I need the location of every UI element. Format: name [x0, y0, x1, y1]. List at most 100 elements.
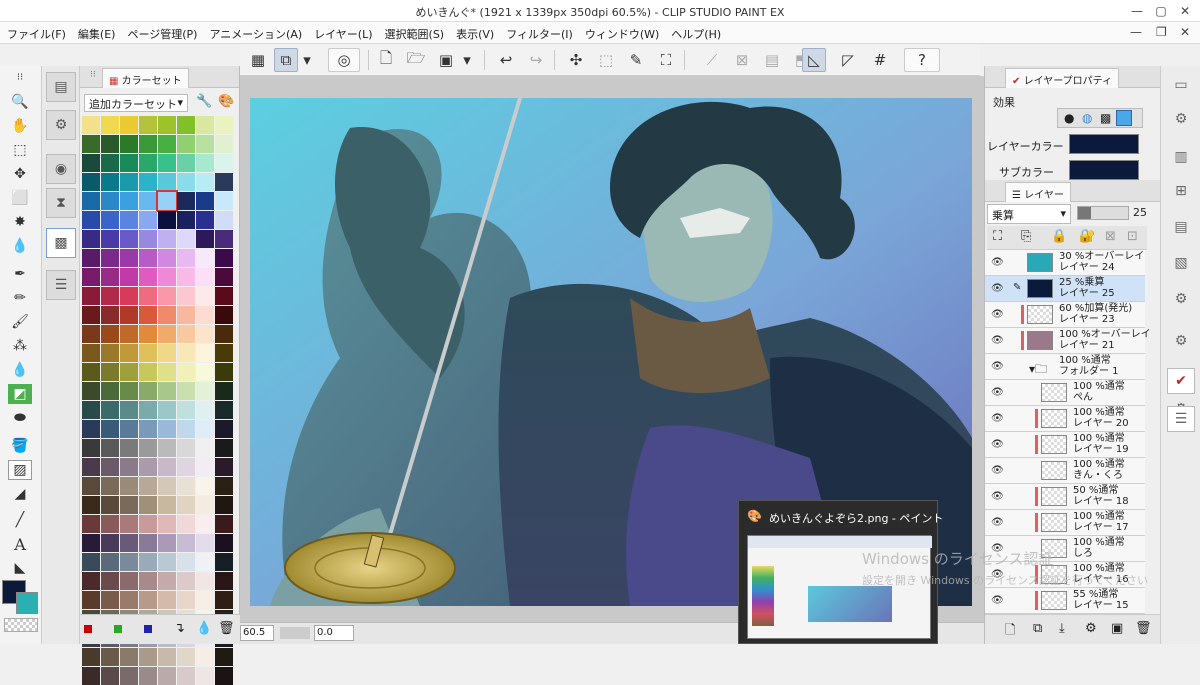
- layer-shortcut-icon[interactable]: ☰: [1167, 406, 1195, 432]
- color-swatch[interactable]: [177, 363, 195, 381]
- color-swatch[interactable]: [156, 190, 178, 212]
- transparent-color-swatch[interactable]: [4, 618, 38, 632]
- color-swatch[interactable]: [139, 439, 157, 457]
- color-swatch[interactable]: [177, 268, 195, 286]
- color-swatch[interactable]: [82, 363, 100, 381]
- visibility-eye-icon[interactable]: 👁: [991, 413, 1004, 424]
- color-swatch[interactable]: [139, 477, 157, 495]
- visibility-eye-icon[interactable]: 👁: [991, 517, 1004, 528]
- color-swatch[interactable]: [196, 553, 214, 571]
- color-swatch[interactable]: [158, 116, 176, 134]
- color-swatch[interactable]: [215, 173, 233, 191]
- color-swatch[interactable]: [82, 192, 100, 210]
- minimize-button[interactable]: —: [1128, 2, 1146, 20]
- color-swatch[interactable]: [82, 458, 100, 476]
- menu-page[interactable]: ページ管理(P): [120, 22, 202, 42]
- color-swatch[interactable]: [101, 268, 119, 286]
- color-swatch[interactable]: [82, 154, 100, 172]
- color-swatch[interactable]: [120, 572, 138, 590]
- color-swatch[interactable]: [120, 116, 138, 134]
- color-swatch[interactable]: [120, 458, 138, 476]
- object-icon[interactable]: ⬚: [8, 140, 32, 160]
- color-swatch[interactable]: [120, 439, 138, 457]
- color-swatch[interactable]: [196, 458, 214, 476]
- color-swatch[interactable]: [158, 572, 176, 590]
- help-icon[interactable]: ?: [904, 48, 940, 72]
- color-swatch[interactable]: [139, 344, 157, 362]
- menu-file[interactable]: ファイル(F): [0, 22, 71, 42]
- color-swatch[interactable]: [101, 401, 119, 419]
- layer-row[interactable]: 👁 60 %加算(発光) レイヤー 23: [985, 302, 1145, 328]
- color-swatch[interactable]: [101, 325, 119, 343]
- color-swatch[interactable]: [120, 363, 138, 381]
- color-swatch[interactable]: [101, 363, 119, 381]
- color-swatch[interactable]: [101, 306, 119, 324]
- color-swatch[interactable]: [196, 154, 214, 172]
- balloon-icon[interactable]: ◣: [8, 558, 32, 578]
- panel-menu-icon[interactable]: ⁝⁝: [84, 67, 102, 87]
- lock-icon[interactable]: 🔒: [1051, 229, 1067, 244]
- color-swatch[interactable]: [82, 648, 100, 666]
- color-swatch[interactable]: [82, 325, 100, 343]
- color-swatch[interactable]: [215, 116, 233, 134]
- color-swatch[interactable]: [196, 401, 214, 419]
- mask-apply-icon[interactable]: ⊡: [1127, 229, 1138, 244]
- color-swatch[interactable]: [158, 553, 176, 571]
- color-swatch[interactable]: [158, 458, 176, 476]
- color-swatch[interactable]: [139, 135, 157, 153]
- color-swatch[interactable]: [120, 325, 138, 343]
- color-swatch[interactable]: [158, 382, 176, 400]
- new-vector-layer-icon[interactable]: ⧉: [1033, 621, 1042, 636]
- color-swatch[interactable]: [196, 116, 214, 134]
- color-swatch[interactable]: [101, 515, 119, 533]
- color-swatch[interactable]: [196, 496, 214, 514]
- color-swatch[interactable]: [196, 344, 214, 362]
- color-swatch[interactable]: [177, 306, 195, 324]
- color-swatch[interactable]: [120, 648, 138, 666]
- color-swatch[interactable]: [101, 667, 119, 685]
- layer-row[interactable]: 👁 100 %通常 きん・くろ: [985, 458, 1145, 484]
- folder-icon[interactable]: ▾🗀: [1029, 360, 1047, 381]
- color-swatch[interactable]: [158, 496, 176, 514]
- color-swatch[interactable]: [120, 553, 138, 571]
- color-swatch[interactable]: [158, 154, 176, 172]
- color-swatch[interactable]: [101, 553, 119, 571]
- color-swatch[interactable]: [120, 515, 138, 533]
- layer-property-tab[interactable]: ✔ レイヤープロパティ: [1005, 68, 1120, 88]
- save-dropdown-icon[interactable]: ▾: [460, 48, 474, 72]
- color-swatch[interactable]: [215, 192, 233, 210]
- layer-property-shortcut-icon[interactable]: ✔: [1167, 368, 1195, 394]
- history-icon[interactable]: ☰: [46, 270, 76, 300]
- visibility-eye-icon[interactable]: 👁: [991, 283, 1004, 294]
- delete-color-icon[interactable]: 🗑: [218, 621, 235, 636]
- figure-icon[interactable]: ◢: [8, 484, 32, 504]
- color-swatch[interactable]: [101, 534, 119, 552]
- color-swatch[interactable]: [215, 591, 233, 609]
- sub-color-swatch[interactable]: [1069, 160, 1139, 180]
- color-swatch[interactable]: [82, 420, 100, 438]
- color-swatch[interactable]: [139, 306, 157, 324]
- tool-property-icon[interactable]: ▥: [1167, 144, 1195, 170]
- pattern-effect-icon[interactable]: ▩: [1100, 111, 1111, 125]
- color-swatch[interactable]: [196, 230, 214, 248]
- menu-view[interactable]: 表示(V): [449, 22, 499, 42]
- color-swatch[interactable]: [196, 534, 214, 552]
- layer-row[interactable]: 👁 30 %オーバーレイ レイヤー 24: [985, 250, 1145, 276]
- brush-size-icon[interactable]: ⊞: [1167, 178, 1195, 204]
- color-swatch[interactable]: [177, 591, 195, 609]
- color-swatch[interactable]: [196, 420, 214, 438]
- palette-handle-icon[interactable]: ⁝⁝: [8, 70, 32, 84]
- color-swatch[interactable]: [120, 135, 138, 153]
- color-swatch[interactable]: [215, 439, 233, 457]
- color-swatch[interactable]: [139, 173, 157, 191]
- ruler-icon[interactable]: ◺: [802, 48, 826, 72]
- color-swatch[interactable]: [215, 401, 233, 419]
- color-swatch[interactable]: [101, 477, 119, 495]
- color-swatch[interactable]: [82, 173, 100, 191]
- color-swatch[interactable]: [177, 382, 195, 400]
- color-swatch[interactable]: [158, 515, 176, 533]
- spiral-icon[interactable]: ◎: [328, 48, 360, 72]
- color-swatch[interactable]: [196, 173, 214, 191]
- color-swatch[interactable]: [177, 420, 195, 438]
- visibility-eye-icon[interactable]: 👁: [991, 491, 1004, 502]
